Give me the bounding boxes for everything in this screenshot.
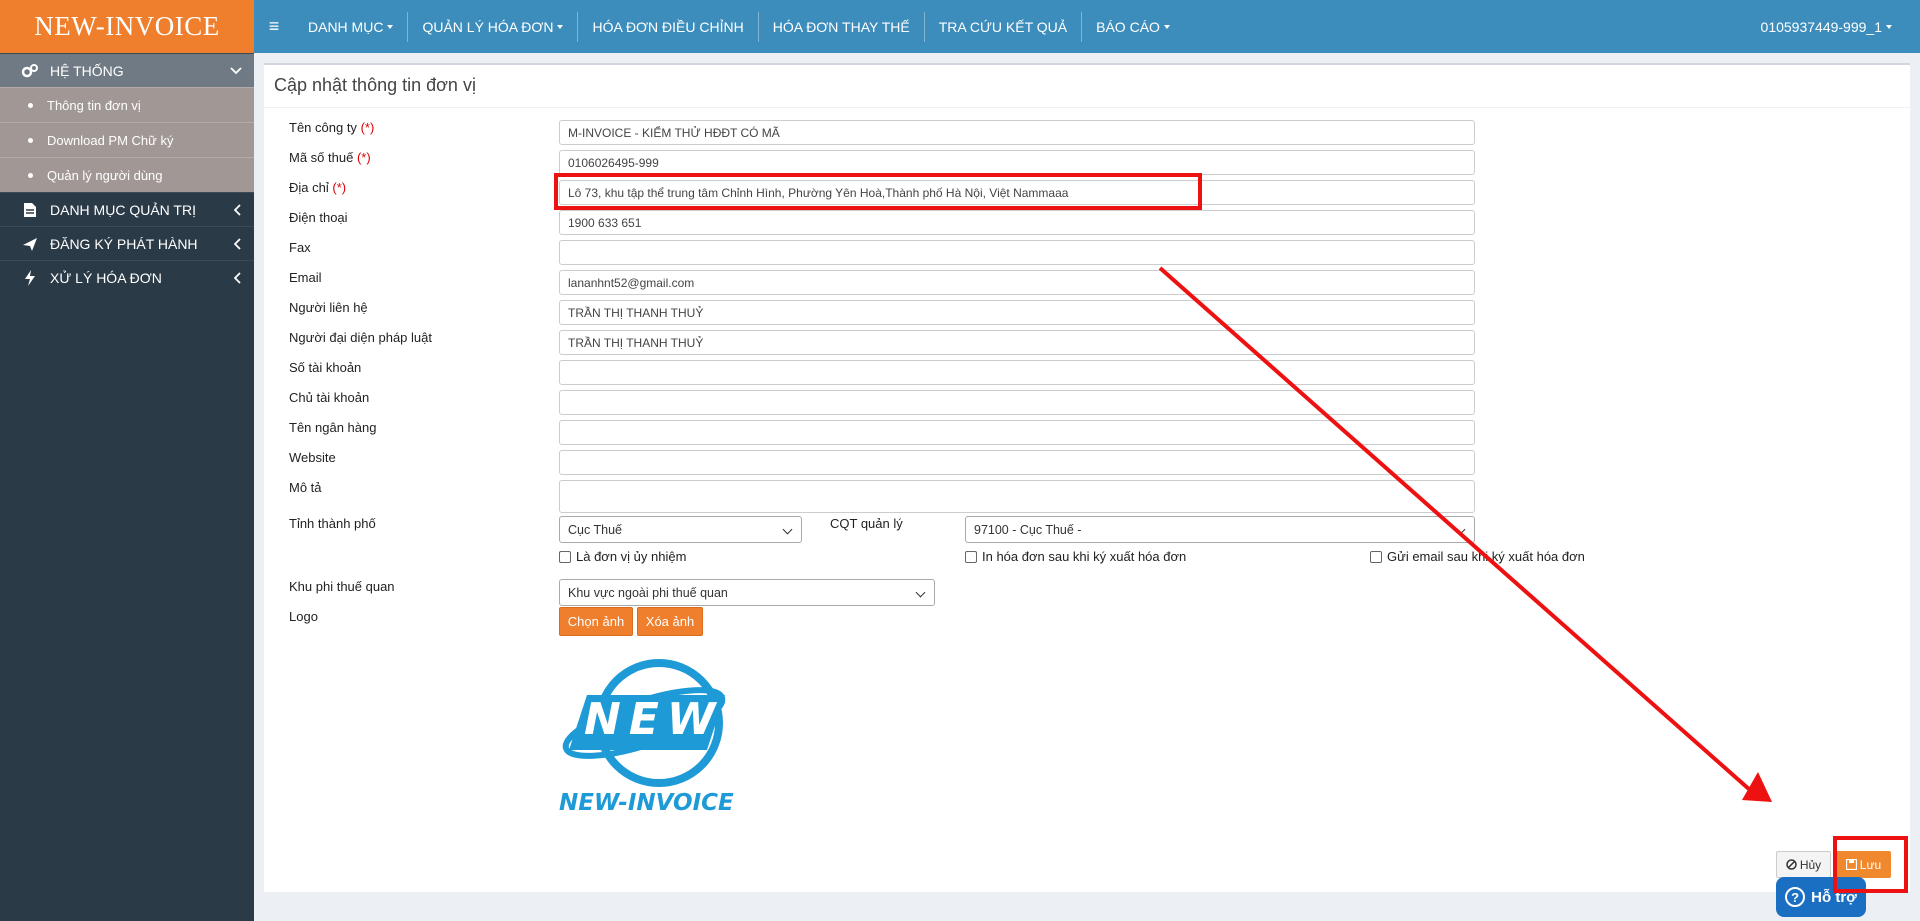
annotation-arrow — [1158, 266, 1772, 802]
